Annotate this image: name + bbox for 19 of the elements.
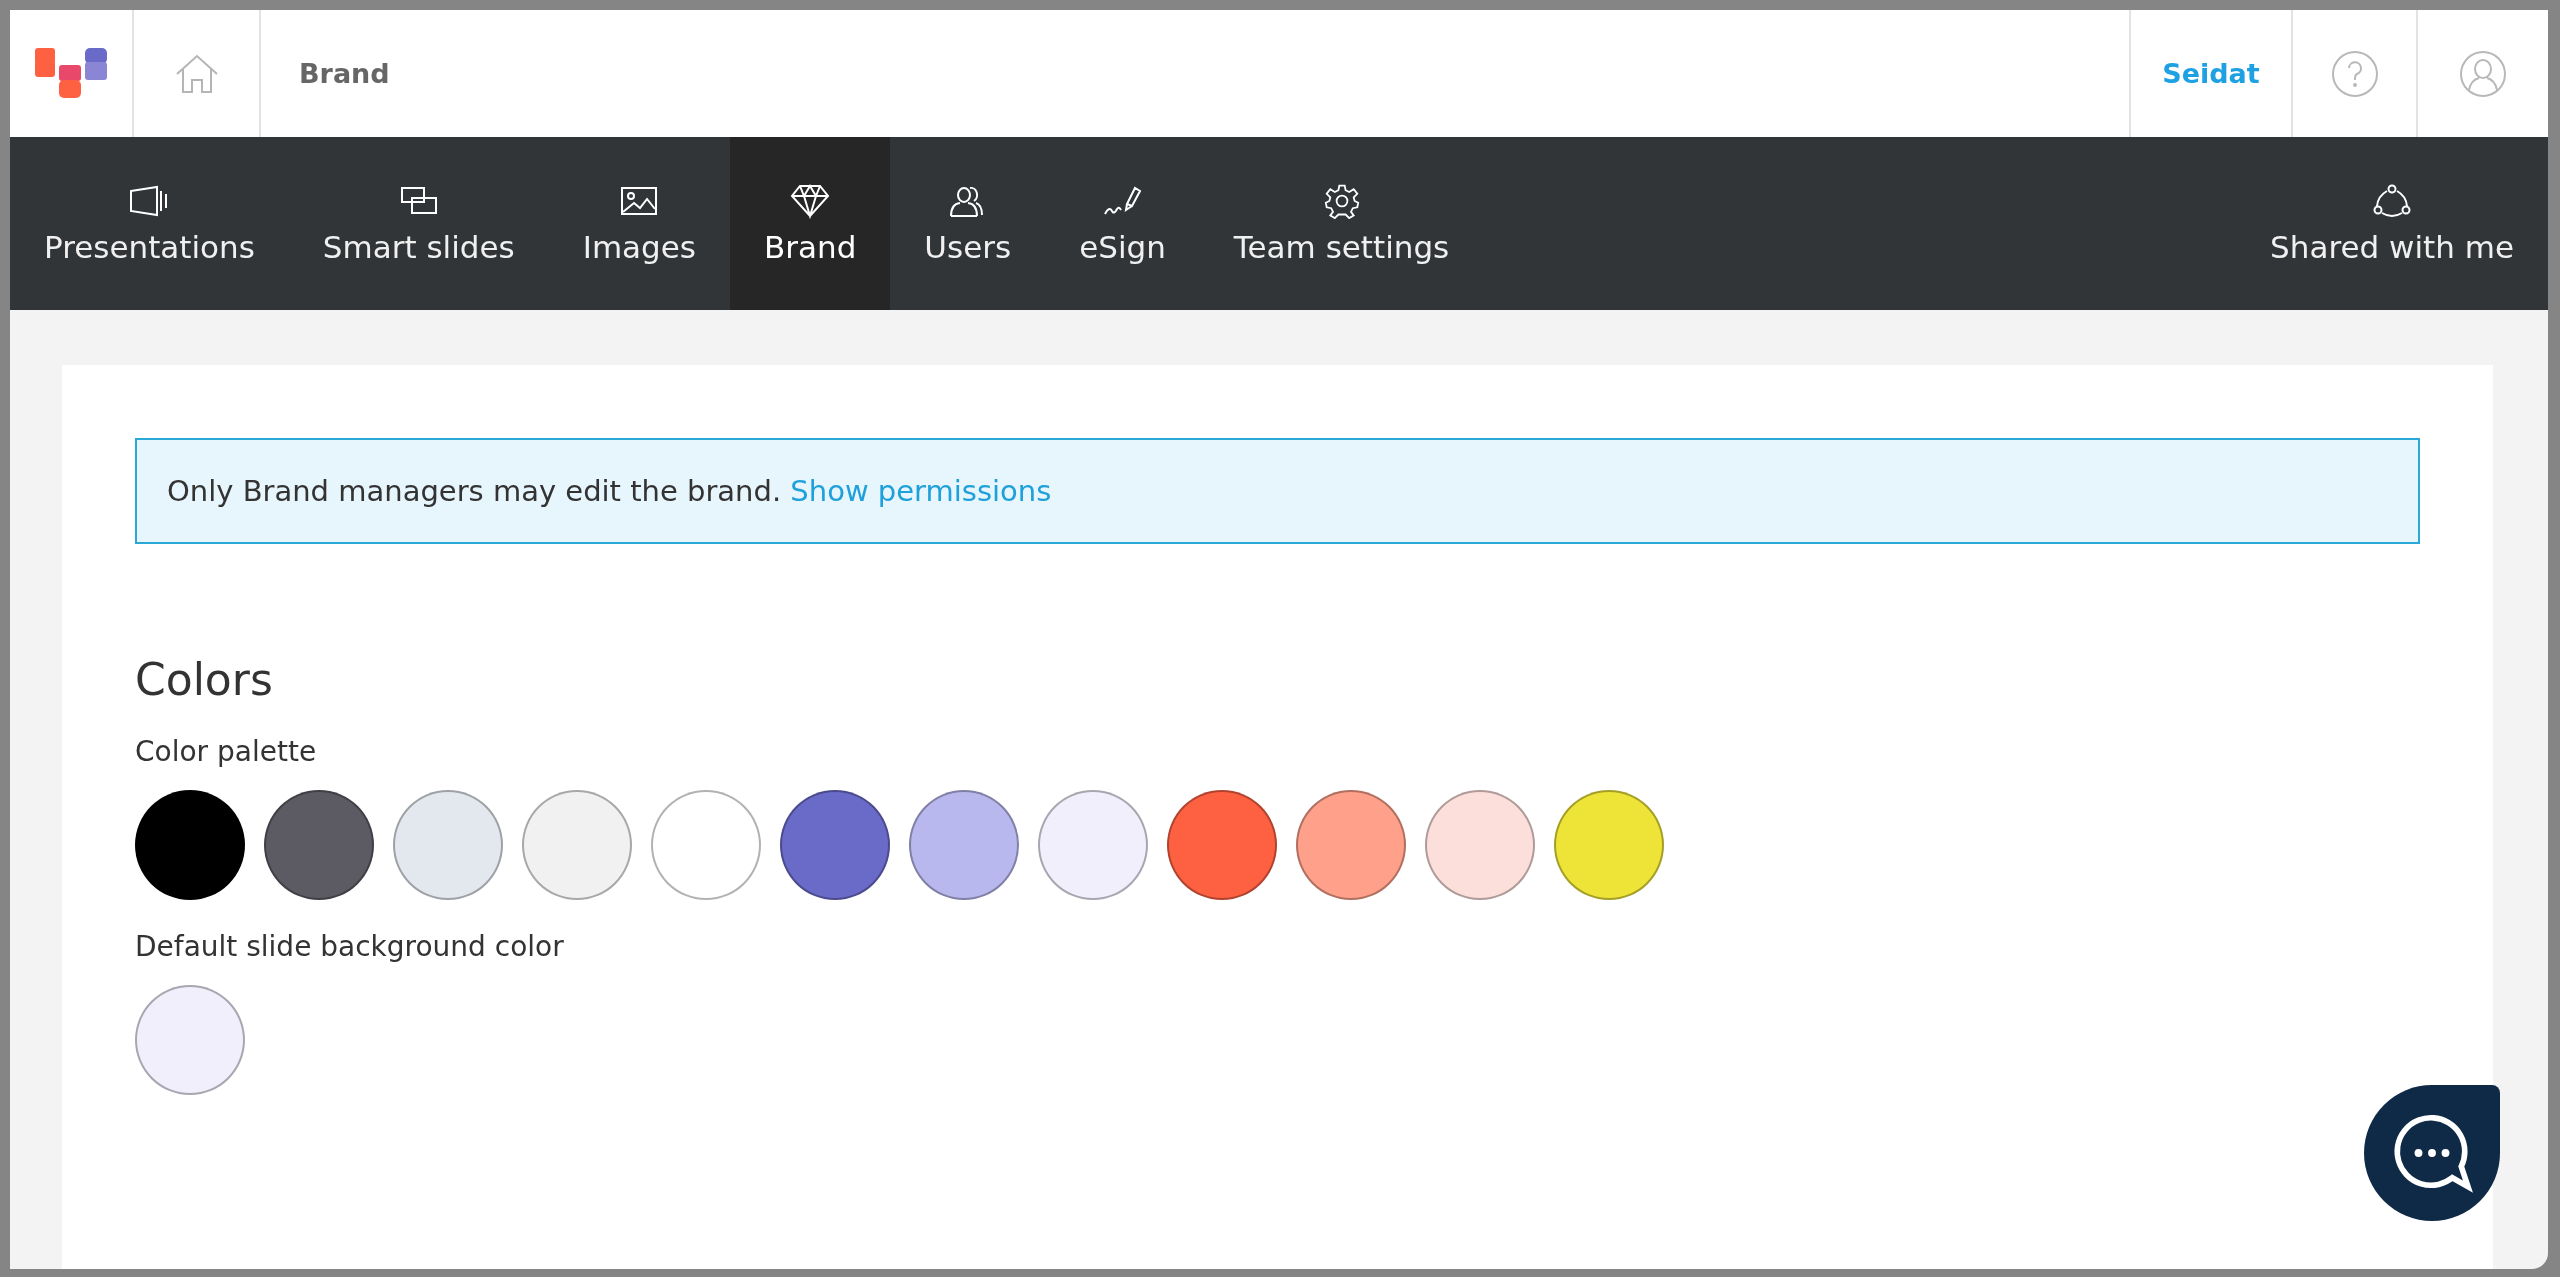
nav-tab[interactable]: Presentations [10, 137, 289, 310]
nav-tab[interactable]: Images [548, 137, 730, 310]
diamond-icon [790, 182, 831, 219]
nav-tab[interactable]: Smart slides [288, 137, 549, 310]
field-label: Color palette [135, 735, 318, 768]
nav-tab[interactable]: Team settings [1199, 137, 1484, 310]
help-icon[interactable] [2330, 49, 2379, 98]
section-heading: Colors [135, 654, 274, 705]
share-icon [2372, 182, 2413, 219]
nav-tab[interactable]: Shared with me [2236, 137, 2548, 310]
nav-tab[interactable]: Brand [730, 137, 891, 310]
page-title: Brand [298, 57, 390, 91]
field-label: Default slide background color [135, 930, 565, 963]
nav-tab[interactable]: Users [890, 137, 1046, 310]
nav-tab[interactable]: eSign [1045, 137, 1200, 310]
user-avatar-icon[interactable] [2459, 49, 2507, 98]
logo-icon[interactable] [35, 47, 107, 100]
permission-notice: Only Brand managers may edit the brand. Show permissions [167, 474, 1052, 508]
home-icon[interactable] [174, 53, 219, 94]
